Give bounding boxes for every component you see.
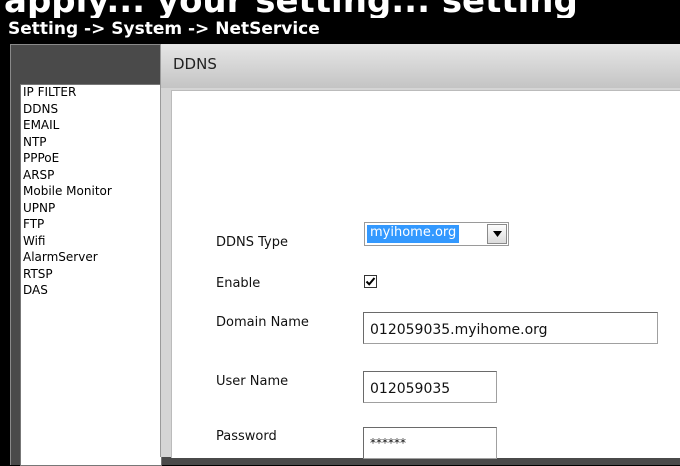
ddns-dialog: DDNS DDNS Type myihome.org Enable Domain… [160, 44, 680, 459]
dialog-body: DDNS Type myihome.org Enable Domain Name… [171, 90, 680, 459]
dialog-title: DDNS [173, 55, 217, 73]
ddns-type-label: DDNS Type [216, 235, 288, 250]
list-item-rtsp[interactable]: RTSP [21, 267, 161, 284]
enable-checkbox[interactable] [364, 275, 377, 288]
dropdown-button[interactable] [487, 224, 507, 244]
list-item-alarmserver[interactable]: AlarmServer [21, 250, 161, 267]
list-item-ntp[interactable]: NTP [21, 135, 161, 152]
list-item-das[interactable]: DAS [21, 283, 161, 300]
check-icon [365, 277, 376, 286]
password-field[interactable]: ****** [363, 427, 497, 459]
dialog-titlebar[interactable]: DDNS [161, 44, 680, 88]
chevron-down-icon [493, 231, 502, 237]
list-item-ftp[interactable]: FTP [21, 217, 161, 234]
list-item-pppoe[interactable]: PPPoE [21, 151, 161, 168]
list-item-wifi[interactable]: Wifi [21, 234, 161, 251]
list-item-ddns[interactable]: DDNS [21, 102, 161, 119]
breadcrumb: Setting -> System -> NetService [8, 19, 320, 39]
ddns-type-value: myihome.org [367, 225, 460, 243]
top-banner-fragment: apply... your setting... setting [0, 0, 680, 18]
domain-name-field[interactable]: 012059035.myihome.org [363, 312, 658, 344]
netservice-list[interactable]: IP FILTER DDNS EMAIL NTP PPPoE ARSP Mobi… [20, 84, 162, 466]
list-item-arsp[interactable]: ARSP [21, 168, 161, 185]
domain-name-label: Domain Name [216, 315, 309, 330]
list-item-ip-filter[interactable]: IP FILTER [21, 85, 161, 102]
top-banner-text: apply... your setting... setting [4, 0, 578, 18]
list-item-upnp[interactable]: UPNP [21, 201, 161, 218]
list-item-mobile-monitor[interactable]: Mobile Monitor [21, 184, 161, 201]
password-label: Password [216, 429, 277, 444]
list-item-email[interactable]: EMAIL [21, 118, 161, 135]
user-name-field[interactable]: 012059035 [363, 371, 497, 403]
enable-label: Enable [216, 276, 261, 291]
ddns-type-select[interactable]: myihome.org [364, 222, 509, 246]
user-name-label: User Name [216, 374, 289, 389]
